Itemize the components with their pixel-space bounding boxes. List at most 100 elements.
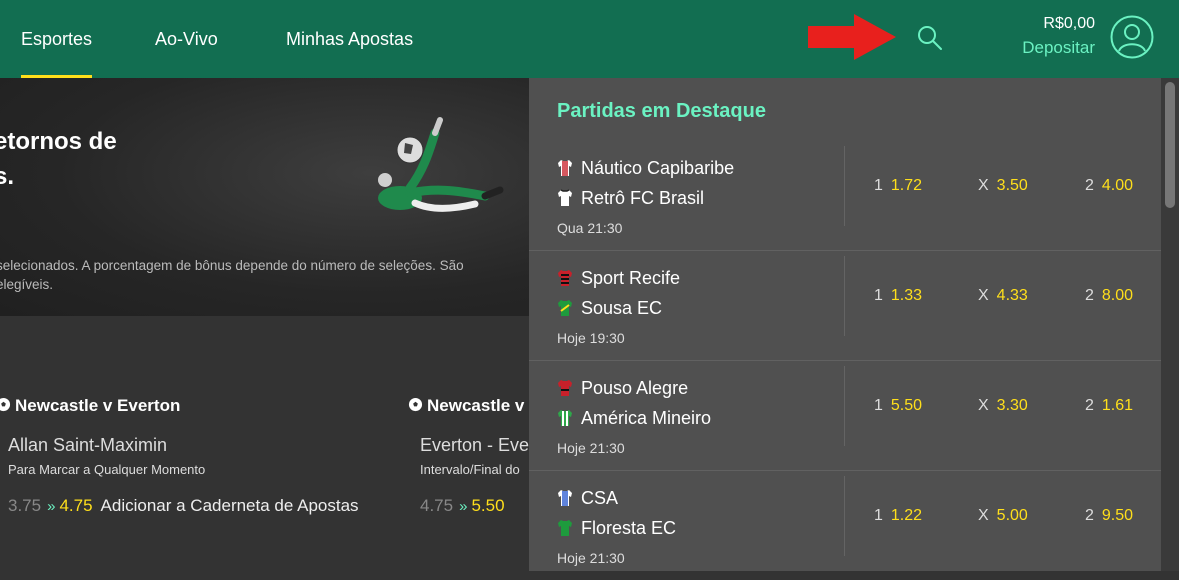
featured-matches-panel: Partidas em Destaque Náutico Capibaribe … [529, 78, 1161, 571]
bet-match-label: Newcastle v [427, 396, 525, 415]
promo-banner[interactable]: etornos de s. selecionados. A porcentage… [0, 78, 529, 317]
away-team-name: Floresta EC [581, 518, 677, 538]
odd-label: 1 [874, 397, 883, 414]
odd-label: 1 [874, 177, 883, 194]
account-balance: R$0,00 [1043, 15, 1095, 32]
odd-value: 5.50 [890, 397, 923, 414]
boosted-odd: 5.50 [471, 496, 505, 515]
search-icon[interactable] [916, 24, 944, 52]
odd-value: 5.00 [996, 507, 1028, 524]
old-odd: 4.75 [420, 496, 454, 515]
odd-label: X [978, 287, 989, 304]
odd-label: 2 [1085, 507, 1094, 524]
odd-value: 9.50 [1101, 507, 1134, 524]
odd-value: 3.50 [996, 177, 1028, 194]
match-time: Hoje 21:30 [557, 440, 625, 456]
shirt-icon [558, 160, 572, 176]
promo-text-line2: elegíveis. [0, 277, 54, 292]
away-team: Floresta EC [557, 518, 676, 540]
odd-home-button[interactable]: 1 5.50 [874, 397, 922, 415]
bet-odds-row[interactable]: 3.75 » 4.75 Adicionar a Caderneta de Aposta… [8, 496, 359, 516]
away-team-name: Sousa EC [581, 298, 663, 318]
match-time: Hoje 21:30 [557, 550, 625, 566]
bet-match-title: Newcastle v [408, 396, 524, 416]
home-team: Sport Recife [557, 268, 680, 290]
nav-minhas-apostas[interactable]: Minhas Apostas [286, 0, 413, 78]
shirt-icon [558, 520, 572, 536]
shirt-icon [558, 270, 572, 286]
football-icon [0, 397, 11, 412]
away-team-name: América Mineiro [581, 408, 712, 428]
bet-match-title: Newcastle v Everton [0, 396, 180, 416]
home-team-name: Pouso Alegre [581, 378, 689, 398]
match-row[interactable]: CSA Floresta EC Hoje 21:30 1 1.22 X 5.00 2… [529, 470, 1161, 580]
match-row[interactable]: Pouso Alegre América Mineiro Hoje 21:30 … [529, 360, 1161, 471]
odd-draw-button[interactable]: X 3.50 [978, 177, 1028, 195]
away-team-name: Retrô FC Brasil [581, 188, 705, 208]
scrollbar[interactable] [1161, 78, 1179, 571]
deposit-link[interactable]: Depositar [1022, 38, 1095, 58]
divider [844, 146, 845, 226]
football-icon [408, 397, 423, 412]
bet-card[interactable]: Newcastle v Everton - Eve Intervalo/Fina… [408, 396, 529, 536]
odd-label: X [978, 177, 989, 194]
football-player-image [378, 117, 504, 212]
bet-builder-carousel: Newcastle v Everton Allan Saint-Maximin … [0, 316, 529, 553]
shirt-icon [558, 410, 572, 426]
nav-esportes[interactable]: Esportes [21, 0, 93, 78]
home-team: Náutico Capibaribe [557, 158, 734, 180]
match-time: Qua 21:30 [557, 220, 623, 236]
odd-away-button[interactable]: 2 4.00 [1085, 177, 1133, 195]
odd-label: 1 [874, 287, 883, 304]
home-team-name: CSA [581, 488, 619, 508]
bet-match-label: Newcastle v Everton [15, 396, 181, 415]
old-odd: 3.75 [8, 496, 42, 515]
user-avatar-icon[interactable] [1110, 15, 1154, 59]
odd-home-button[interactable]: 1 1.33 [874, 287, 922, 305]
odds-boost-icon: » [47, 498, 56, 515]
bottom-strip [0, 552, 529, 571]
odd-draw-button[interactable]: X 3.30 [978, 397, 1028, 415]
promo-text-line1: selecionados. A porcentagem de bônus dep… [0, 258, 464, 273]
shirt-icon [558, 380, 572, 396]
shirt-icon [558, 189, 572, 206]
odds-boost-icon: » [459, 498, 468, 515]
odd-value: 1.72 [890, 177, 923, 194]
odd-value: 1.61 [1101, 397, 1134, 414]
boosted-odd: 4.75 [59, 496, 93, 515]
nav-ao-vivo[interactable]: Ao-Vivo [155, 0, 218, 78]
odd-label: 1 [874, 507, 883, 524]
odd-away-button[interactable]: 2 1.61 [1085, 397, 1133, 415]
odd-away-button[interactable]: 2 8.00 [1085, 287, 1133, 305]
away-team: Sousa EC [557, 298, 662, 320]
bet-odds-row[interactable]: 4.75 » 5.50 [420, 496, 505, 516]
away-team: América Mineiro [557, 408, 711, 430]
home-team: CSA [557, 488, 618, 510]
odd-value: 1.33 [890, 287, 923, 304]
odd-label: 2 [1085, 397, 1094, 414]
divider [844, 476, 845, 556]
odd-value: 3.30 [996, 397, 1028, 414]
divider [844, 366, 845, 446]
promo-description: selecionados. A porcentagem de bônus dep… [0, 256, 516, 294]
odd-draw-button[interactable]: X 4.33 [978, 287, 1028, 305]
odd-label: 2 [1085, 287, 1094, 304]
home-team-name: Náutico Capibaribe [581, 158, 735, 178]
match-row[interactable]: Náutico Capibaribe Retrô FC Brasil Qua 2… [529, 140, 1161, 251]
bet-selection: Allan Saint-Maximin [8, 435, 168, 455]
odd-label: 2 [1085, 177, 1094, 194]
scrollbar-thumb[interactable] [1165, 82, 1175, 208]
promo-title: etornos de s. [0, 124, 117, 194]
odd-value: 1.22 [890, 507, 923, 524]
bet-market: Intervalo/Final do [420, 462, 520, 477]
odd-draw-button[interactable]: X 5.00 [978, 507, 1028, 525]
odd-home-button[interactable]: 1 1.72 [874, 177, 922, 195]
add-to-betslip-button[interactable]: Adicionar a Caderneta de Apostas [101, 496, 359, 515]
odd-value: 4.00 [1101, 177, 1134, 194]
odd-away-button[interactable]: 2 9.50 [1085, 507, 1133, 525]
bet-selection: Everton - Eve [420, 435, 529, 455]
odd-home-button[interactable]: 1 1.22 [874, 507, 922, 525]
promo-title-line1: etornos de [0, 128, 117, 155]
match-row[interactable]: Sport Recife Sousa EC Hoje 19:30 1 1.33 X… [529, 250, 1161, 361]
odd-label: X [978, 397, 989, 414]
